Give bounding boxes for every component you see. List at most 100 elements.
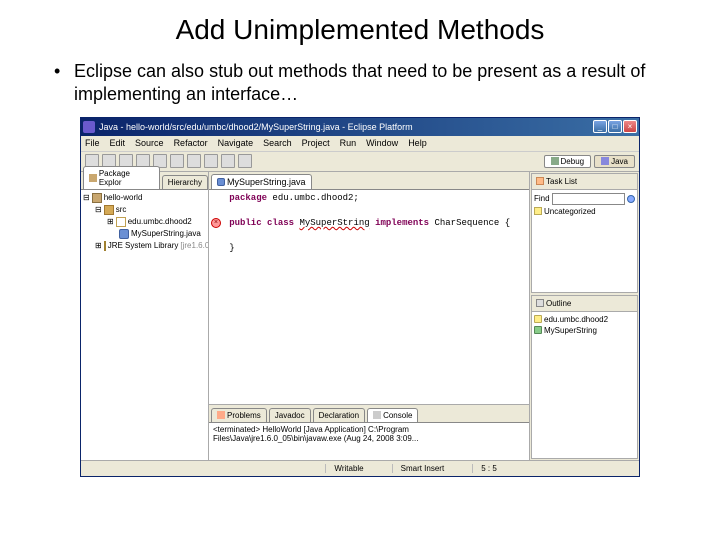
nav-back-icon[interactable] <box>221 154 235 168</box>
new-package-icon[interactable] <box>170 154 184 168</box>
outline-icon <box>536 299 544 307</box>
error-marker-icon[interactable]: × <box>211 218 221 228</box>
new-class-icon[interactable] <box>187 154 201 168</box>
window-titlebar: Java - hello-world/src/edu/umbc/dhood2/M… <box>81 118 639 136</box>
outline-class[interactable]: MySuperString <box>534 325 635 336</box>
close-button[interactable]: × <box>623 120 637 133</box>
tab-console[interactable]: Console <box>367 408 418 422</box>
slide-bullet: Eclipse can also stub out methods that n… <box>54 60 690 107</box>
tree-project[interactable]: ⊟ hello-world <box>83 192 206 204</box>
java-file-icon <box>119 229 129 239</box>
status-writable: Writable <box>325 464 371 473</box>
window-title: Java - hello-world/src/edu/umbc/dhood2/M… <box>99 122 593 132</box>
tree-java-file[interactable]: MySuperString.java <box>83 228 206 240</box>
code-pkg-name: edu.umbc.dhood2; <box>267 193 359 203</box>
outline-package[interactable]: edu.umbc.dhood2 <box>534 314 635 325</box>
jre-icon <box>104 241 106 251</box>
toolbar: Debug Java <box>81 152 639 172</box>
menu-search[interactable]: Search <box>263 138 292 148</box>
uncategorized-node[interactable]: Uncategorized <box>534 206 635 217</box>
find-input[interactable] <box>552 193 625 205</box>
tree-jre-label: JRE System Library <box>108 241 179 250</box>
tab-package-label: Package Explor <box>99 169 154 187</box>
eclipse-window: Java - hello-world/src/edu/umbc/dhood2/M… <box>80 117 640 477</box>
maximize-button[interactable]: □ <box>608 120 622 133</box>
perspective-java[interactable]: Java <box>594 155 635 168</box>
uncategorized-label: Uncategorized <box>544 207 596 216</box>
slide-title: Add Unimplemented Methods <box>30 14 690 46</box>
status-insert: Smart Insert <box>392 464 453 473</box>
tasklist-title: Task List <box>546 177 577 186</box>
tree-src-label: src <box>116 205 127 214</box>
menu-source[interactable]: Source <box>135 138 164 148</box>
menu-edit[interactable]: Edit <box>110 138 126 148</box>
tab-problems-label: Problems <box>227 411 261 420</box>
kw-package: package <box>229 193 267 203</box>
left-tabs: Package Explor Hierarchy <box>81 172 208 190</box>
tab-javadoc[interactable]: Javadoc <box>269 408 311 422</box>
folder-icon <box>534 207 542 215</box>
find-label: Find <box>534 194 550 203</box>
search-icon[interactable] <box>204 154 218 168</box>
outline-class-icon <box>534 326 542 334</box>
editor-tabs: MySuperString.java <box>209 172 529 190</box>
outline-pkg-icon <box>534 315 542 323</box>
menubar: File Edit Source Refactor Navigate Searc… <box>81 136 639 152</box>
tab-hierarchy[interactable]: Hierarchy <box>162 175 208 189</box>
kw-class: class <box>267 218 294 228</box>
tab-problems[interactable]: Problems <box>211 408 267 422</box>
console-icon <box>373 411 381 419</box>
menu-file[interactable]: File <box>85 138 100 148</box>
tab-console-label: Console <box>383 411 412 420</box>
menu-refactor[interactable]: Refactor <box>174 138 208 148</box>
code-brace-open: { <box>499 218 510 228</box>
tree-package-label: edu.umbc.dhood2 <box>128 217 192 226</box>
menu-navigate[interactable]: Navigate <box>218 138 254 148</box>
code-iface: CharSequence <box>434 218 499 228</box>
eclipse-icon <box>83 121 95 133</box>
code-class-name: MySuperString <box>299 218 369 228</box>
console-output: <terminated> HelloWorld [Java Applicatio… <box>209 423 529 460</box>
src-folder-icon <box>104 205 114 215</box>
tab-declaration-label: Declaration <box>319 411 359 420</box>
menu-window[interactable]: Window <box>366 138 398 148</box>
minimize-button[interactable]: _ <box>593 120 607 133</box>
bottom-tabs: Problems Javadoc Declaration Console <box>209 405 529 423</box>
outline-class-label: MySuperString <box>544 326 597 335</box>
tree-src[interactable]: ⊟ src <box>83 204 206 216</box>
tree-jre-ver: [jre1.6.0_0...] <box>180 241 208 250</box>
activate-task-icon[interactable] <box>627 195 635 203</box>
outline-pkg-label: edu.umbc.dhood2 <box>544 315 608 324</box>
outline-view: Outline edu.umbc.dhood2 MySuperString <box>531 295 638 459</box>
perspective-debug-label: Debug <box>561 157 585 166</box>
tab-hierarchy-label: Hierarchy <box>168 178 202 187</box>
menu-project[interactable]: Project <box>302 138 330 148</box>
editor-tab-label: MySuperString.java <box>227 177 306 187</box>
menu-run[interactable]: Run <box>340 138 357 148</box>
java-persp-icon <box>601 157 609 165</box>
perspective-debug[interactable]: Debug <box>544 155 592 168</box>
tab-declaration[interactable]: Declaration <box>313 408 365 422</box>
tasklist-icon <box>536 177 544 185</box>
bug-icon <box>551 157 559 165</box>
nav-fwd-icon[interactable] <box>238 154 252 168</box>
package-explorer-icon <box>89 174 97 182</box>
perspective-java-label: Java <box>611 157 628 166</box>
status-cursor-pos: 5 : 5 <box>472 464 505 473</box>
right-panel: Task List Find Uncategorized <box>529 172 639 460</box>
menu-help[interactable]: Help <box>408 138 427 148</box>
kw-implements: implements <box>375 218 429 228</box>
statusbar: Writable Smart Insert 5 : 5 <box>81 460 639 476</box>
workspace: Package Explor Hierarchy ⊟ hello-world ⊟… <box>81 172 639 460</box>
tree-package[interactable]: ⊞ edu.umbc.dhood2 <box>83 216 206 228</box>
outline-header: Outline <box>532 296 637 312</box>
package-icon <box>116 217 126 227</box>
left-panel: Package Explor Hierarchy ⊟ hello-world ⊟… <box>81 172 209 460</box>
tasklist-view: Task List Find Uncategorized <box>531 173 638 293</box>
editor-tab-file[interactable]: MySuperString.java <box>211 174 312 189</box>
code-editor[interactable]: package edu.umbc.dhood2; × public class … <box>209 190 529 404</box>
tree-jre[interactable]: ⊞ JRE System Library [jre1.6.0_0...] <box>83 240 206 252</box>
tab-package-explorer[interactable]: Package Explor <box>83 166 160 189</box>
project-icon <box>92 193 102 203</box>
outline-title: Outline <box>546 299 571 308</box>
